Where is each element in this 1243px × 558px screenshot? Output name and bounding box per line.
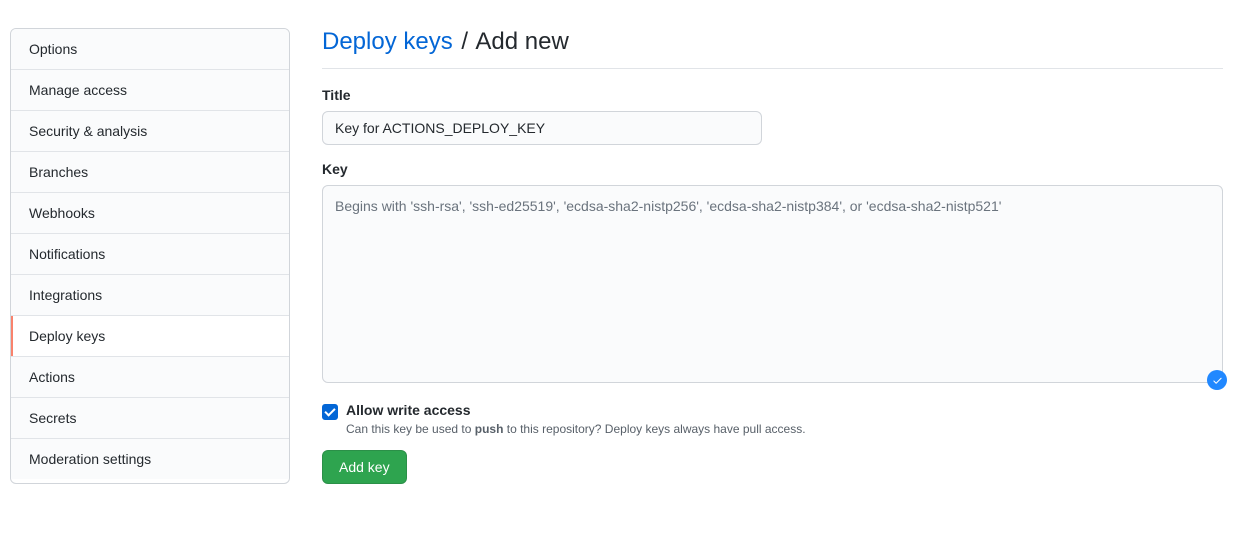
key-textarea[interactable] — [322, 185, 1223, 383]
sidebar-item-actions[interactable]: Actions — [11, 357, 289, 398]
key-form-group: Key — [322, 161, 1223, 386]
title-input[interactable] — [322, 111, 762, 145]
sidebar-item-webhooks[interactable]: Webhooks — [11, 193, 289, 234]
sidebar-item-label: Deploy keys — [29, 328, 105, 344]
sidebar-item-moderation-settings[interactable]: Moderation settings — [11, 439, 289, 479]
sidebar-item-label: Moderation settings — [29, 451, 151, 467]
allow-write-desc-prefix: Can this key be used to — [346, 422, 475, 436]
sidebar-item-deploy-keys[interactable]: Deploy keys — [11, 316, 289, 357]
sidebar-item-options[interactable]: Options — [11, 29, 289, 70]
sidebar-item-integrations[interactable]: Integrations — [11, 275, 289, 316]
sidebar-item-label: Branches — [29, 164, 88, 180]
allow-write-desc-bold: push — [475, 422, 504, 436]
sidebar-item-label: Security & analysis — [29, 123, 147, 139]
sidebar-item-label: Webhooks — [29, 205, 95, 221]
key-textarea-wrapper — [322, 185, 1223, 386]
title-label: Title — [322, 87, 1223, 103]
title-form-group: Title — [322, 87, 1223, 145]
sidebar-item-label: Options — [29, 41, 77, 57]
settings-sidebar: Options Manage access Security & analysi… — [10, 28, 290, 484]
allow-write-row: Allow write access Can this key be used … — [322, 402, 1223, 436]
sidebar-item-label: Actions — [29, 369, 75, 385]
allow-write-label: Allow write access — [346, 402, 1223, 418]
allow-write-description: Can this key be used to push to this rep… — [346, 422, 1223, 436]
allow-write-checkbox[interactable] — [322, 404, 338, 420]
sidebar-item-branches[interactable]: Branches — [11, 152, 289, 193]
main-content: Deploy keys / Add new Title Key Allow wr… — [322, 28, 1233, 484]
sidebar-item-security-analysis[interactable]: Security & analysis — [11, 111, 289, 152]
checkmark-icon — [1212, 375, 1223, 386]
breadcrumb-current: Add new — [475, 28, 568, 55]
sidebar-item-manage-access[interactable]: Manage access — [11, 70, 289, 111]
sidebar-item-notifications[interactable]: Notifications — [11, 234, 289, 275]
key-label: Key — [322, 161, 1223, 177]
sidebar-item-label: Integrations — [29, 287, 102, 303]
grammarly-check-icon — [1207, 370, 1227, 390]
sidebar-item-label: Manage access — [29, 82, 127, 98]
allow-write-content: Allow write access Can this key be used … — [346, 402, 1223, 436]
add-key-button[interactable]: Add key — [322, 450, 407, 484]
sidebar-item-label: Notifications — [29, 246, 105, 262]
breadcrumb-separator: / — [461, 28, 468, 55]
sidebar-item-secrets[interactable]: Secrets — [11, 398, 289, 439]
page-header: Deploy keys / Add new — [322, 28, 1223, 69]
breadcrumb-link-deploy-keys[interactable]: Deploy keys — [322, 28, 453, 55]
allow-write-desc-suffix: to this repository? Deploy keys always h… — [503, 422, 805, 436]
sidebar-item-label: Secrets — [29, 410, 76, 426]
